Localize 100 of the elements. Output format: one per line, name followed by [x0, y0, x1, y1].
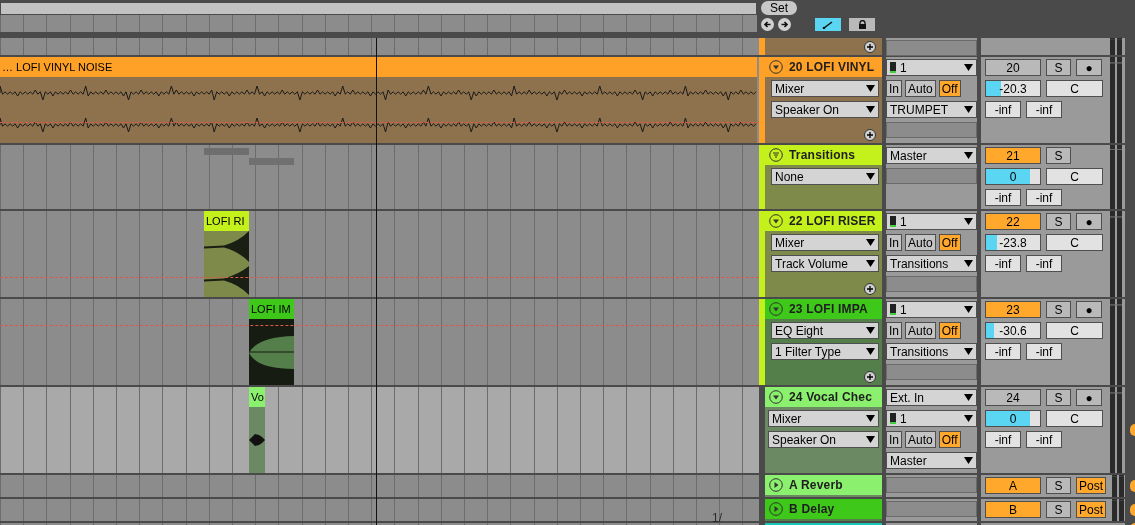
- back-arrow-icon[interactable]: [761, 18, 774, 31]
- post-button[interactable]: Post: [1076, 501, 1106, 518]
- forward-arrow-icon[interactable]: [778, 18, 791, 31]
- solo-button[interactable]: S: [1046, 301, 1071, 318]
- monitor-button[interactable]: In: [886, 431, 902, 448]
- monitor-button[interactable]: Off: [938, 80, 961, 97]
- monitor-button[interactable]: Auto: [905, 431, 936, 448]
- routing-dropdown[interactable]: Transitions: [886, 343, 977, 360]
- volume-field[interactable]: -23.8: [985, 234, 1041, 251]
- track-lane[interactable]: [0, 475, 759, 497]
- track-lane[interactable]: LOFI IM: [0, 299, 759, 385]
- device-dropdown[interactable]: Mixer: [768, 410, 879, 427]
- fold-down-icon[interactable]: [769, 302, 783, 316]
- routing-dropdown[interactable]: Ext. In: [886, 389, 977, 406]
- device-dropdown[interactable]: EQ Eight: [771, 322, 879, 339]
- add-icon[interactable]: [864, 283, 876, 295]
- peak-level-field[interactable]: -inf: [985, 431, 1021, 448]
- monitor-button[interactable]: In: [886, 322, 902, 339]
- track-title-bar[interactable]: A Reverb: [765, 475, 882, 495]
- fold-down-icon[interactable]: [769, 214, 783, 228]
- peak-level-field[interactable]: -inf: [1026, 343, 1062, 360]
- routing-dropdown[interactable]: TRUMPET: [886, 101, 977, 118]
- monitor-button[interactable]: Off: [938, 431, 961, 448]
- volume-field[interactable]: 0: [985, 410, 1041, 427]
- input-channel-dropdown[interactable]: 1: [886, 410, 977, 427]
- peak-level-field[interactable]: -inf: [1026, 255, 1062, 272]
- parameter-dropdown[interactable]: Speaker On: [768, 431, 879, 448]
- pan-field[interactable]: C: [1046, 234, 1103, 251]
- solo-button[interactable]: S: [1046, 59, 1071, 76]
- track-number-button[interactable]: B: [985, 501, 1041, 518]
- track-title-bar[interactable]: Transitions: [765, 145, 882, 165]
- track-lane[interactable]: [0, 499, 759, 521]
- arm-button[interactable]: ●: [1076, 389, 1102, 406]
- add-icon[interactable]: [864, 371, 876, 383]
- track-lane[interactable]: Vo: [0, 387, 759, 473]
- device-dropdown[interactable]: Mixer: [771, 80, 879, 97]
- track-title-bar[interactable]: B Delay: [765, 499, 882, 519]
- fold-down-icon[interactable]: [769, 390, 783, 404]
- fold-down-icon[interactable]: [769, 60, 783, 74]
- track-title-bar[interactable]: 23 LOFI IMPA: [765, 299, 882, 319]
- track-title-bar[interactable]: 24 Vocal Chec: [765, 387, 882, 407]
- routing-dropdown[interactable]: Master: [886, 452, 977, 469]
- pan-field[interactable]: C: [1046, 80, 1103, 97]
- device-dropdown[interactable]: None: [771, 168, 879, 185]
- monitor-button[interactable]: Auto: [905, 80, 936, 97]
- volume-field[interactable]: -30.6: [985, 322, 1041, 339]
- peak-level-field[interactable]: -inf: [985, 189, 1021, 206]
- track-title-bar[interactable]: 20 LOFI VINYL: [765, 57, 882, 77]
- solo-button[interactable]: S: [1046, 147, 1071, 164]
- audio-clip[interactable]: Vo: [249, 387, 265, 473]
- device-dropdown[interactable]: Mixer: [771, 234, 879, 251]
- arm-button[interactable]: ●: [1076, 301, 1102, 318]
- peak-level-field[interactable]: -inf: [1026, 431, 1062, 448]
- fold-right-icon[interactable]: [769, 478, 783, 492]
- pan-field[interactable]: C: [1046, 322, 1103, 339]
- track-number-button[interactable]: 23: [985, 301, 1041, 318]
- monitor-button[interactable]: Off: [938, 322, 961, 339]
- audio-clip[interactable]: LOFI RI: [204, 211, 249, 297]
- monitor-button[interactable]: Auto: [905, 234, 936, 251]
- track-number-button[interactable]: 20: [985, 59, 1041, 76]
- peak-level-field[interactable]: -inf: [985, 255, 1021, 272]
- input-channel-dropdown[interactable]: 1: [886, 213, 977, 230]
- pan-field[interactable]: C: [1046, 410, 1103, 427]
- lock-button[interactable]: [849, 18, 875, 31]
- routing-dropdown[interactable]: Master: [886, 147, 977, 164]
- pan-field[interactable]: C: [1046, 168, 1103, 185]
- solo-button[interactable]: S: [1046, 501, 1071, 518]
- audio-clip[interactable]: LOFI IM: [249, 299, 294, 385]
- track-number-button[interactable]: A: [985, 477, 1041, 494]
- parameter-dropdown[interactable]: Speaker On: [771, 101, 879, 118]
- arm-button[interactable]: ●: [1076, 59, 1102, 76]
- fold-right-icon[interactable]: [769, 502, 783, 516]
- add-icon[interactable]: [864, 41, 876, 53]
- solo-button[interactable]: S: [1046, 213, 1071, 230]
- peak-level-field[interactable]: -inf: [985, 343, 1021, 360]
- parameter-dropdown[interactable]: 1 Filter Type: [771, 343, 879, 360]
- monitor-button[interactable]: Off: [938, 234, 961, 251]
- input-channel-dropdown[interactable]: 1: [886, 59, 977, 76]
- set-button[interactable]: Set: [761, 1, 797, 15]
- parameter-dropdown[interactable]: Track Volume: [771, 255, 879, 272]
- track-number-button[interactable]: 22: [985, 213, 1041, 230]
- input-channel-dropdown[interactable]: 1: [886, 301, 977, 318]
- peak-level-field[interactable]: -inf: [985, 101, 1021, 118]
- monitor-button[interactable]: In: [886, 80, 902, 97]
- track-number-button[interactable]: 21: [985, 147, 1041, 164]
- post-button[interactable]: Post: [1076, 477, 1106, 494]
- track-number-button[interactable]: 24: [985, 389, 1041, 406]
- arm-button[interactable]: ●: [1076, 213, 1102, 230]
- group-icon[interactable]: [769, 148, 783, 162]
- monitor-button[interactable]: In: [886, 234, 902, 251]
- routing-dropdown[interactable]: Transitions: [886, 255, 977, 272]
- audio-clip[interactable]: … LOFI VINYL NOISE: [0, 57, 757, 143]
- solo-button[interactable]: S: [1046, 389, 1071, 406]
- peak-level-field[interactable]: -inf: [1026, 189, 1062, 206]
- volume-field[interactable]: 0: [985, 168, 1041, 185]
- add-icon[interactable]: [864, 129, 876, 141]
- monitor-button[interactable]: Auto: [905, 322, 936, 339]
- solo-button[interactable]: S: [1046, 477, 1071, 494]
- track-title-bar[interactable]: 22 LOFI RISER: [765, 211, 882, 231]
- follow-button[interactable]: [815, 18, 841, 31]
